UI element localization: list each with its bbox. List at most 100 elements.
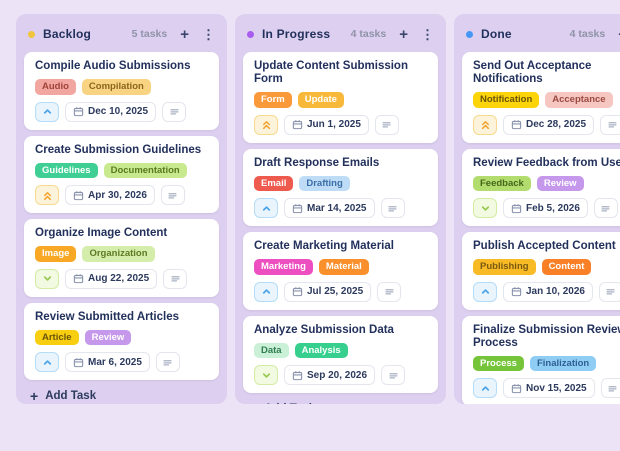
- tag-badge: Notification: [473, 92, 539, 108]
- tag-list: FormUpdate: [254, 92, 427, 108]
- priority-button[interactable]: [473, 115, 497, 135]
- notes-button[interactable]: [161, 185, 185, 205]
- kebab-menu-icon: ⋮: [421, 27, 434, 42]
- add-task-button[interactable]: + Add Task: [16, 380, 227, 404]
- tag-badge: Feedback: [473, 176, 531, 192]
- chevron-up-icon: [261, 286, 272, 297]
- priority-button[interactable]: [35, 185, 59, 205]
- notes-button[interactable]: [594, 198, 618, 218]
- tag-badge: Drafting: [299, 176, 349, 192]
- task-card[interactable]: Analyze Submission Data DataAnalysis Sep…: [243, 316, 438, 394]
- card-title: Review Submitted Articles: [35, 311, 208, 324]
- due-date-button[interactable]: Jul 25, 2025: [284, 282, 371, 302]
- tag-badge: Material: [319, 259, 369, 275]
- column-title: Backlog: [43, 27, 132, 41]
- task-card[interactable]: Review Feedback from Users FeedbackRevie…: [462, 149, 620, 227]
- card-meta-row: Aug 22, 2025: [35, 269, 208, 289]
- priority-button[interactable]: [35, 269, 59, 289]
- priority-button[interactable]: [473, 282, 497, 302]
- notes-lines-icon: [600, 203, 611, 214]
- priority-button[interactable]: [254, 115, 278, 135]
- add-card-button[interactable]: +: [180, 27, 189, 42]
- due-date-button[interactable]: Nov 15, 2025: [503, 378, 595, 398]
- tag-list: NotificationAcceptance: [473, 92, 620, 108]
- notes-lines-icon: [170, 273, 181, 284]
- priority-button[interactable]: [473, 198, 497, 218]
- due-date-button[interactable]: Mar 14, 2025: [284, 198, 375, 218]
- notes-button[interactable]: [156, 352, 180, 372]
- notes-lines-icon: [605, 286, 616, 297]
- card-meta-row: Dec 10, 2025: [35, 102, 208, 122]
- tag-list: DataAnalysis: [254, 343, 427, 359]
- tag-badge: Email: [254, 176, 293, 192]
- card-title: Compile Audio Submissions: [35, 60, 208, 73]
- task-card[interactable]: Compile Audio Submissions AudioCompilati…: [24, 52, 219, 130]
- calendar-icon: [292, 370, 303, 381]
- task-card[interactable]: Create Submission Guidelines GuidelinesD…: [24, 136, 219, 214]
- due-date-button[interactable]: Jan 10, 2026: [503, 282, 593, 302]
- task-card[interactable]: Create Marketing Material MarketingMater…: [243, 232, 438, 310]
- tag-list: ArticleReview: [35, 330, 208, 346]
- card-meta-row: Nov 15, 2025: [473, 378, 620, 398]
- kebab-menu-icon: ⋮: [202, 27, 215, 42]
- plus-icon: +: [399, 26, 408, 43]
- due-date-button[interactable]: Apr 30, 2026: [65, 185, 155, 205]
- add-task-button[interactable]: + Add Task: [235, 393, 446, 404]
- priority-button[interactable]: [254, 198, 278, 218]
- notes-button[interactable]: [375, 115, 399, 135]
- column-menu-button[interactable]: ⋮: [421, 28, 434, 41]
- notes-button[interactable]: [381, 198, 405, 218]
- task-card[interactable]: Organize Image Content ImageOrganization…: [24, 219, 219, 297]
- card-title: Draft Response Emails: [254, 157, 427, 170]
- priority-button[interactable]: [254, 282, 278, 302]
- calendar-icon: [511, 286, 522, 297]
- notes-button[interactable]: [601, 378, 620, 398]
- due-date-label: Nov 15, 2025: [526, 383, 587, 394]
- calendar-icon: [511, 203, 522, 214]
- due-date-button[interactable]: Sep 20, 2026: [284, 365, 375, 385]
- task-card[interactable]: Finalize Submission Review Process Proce…: [462, 316, 620, 405]
- task-card[interactable]: Review Submitted Articles ArticleReview …: [24, 303, 219, 381]
- notes-lines-icon: [607, 383, 618, 394]
- priority-button[interactable]: [254, 365, 278, 385]
- due-date-button[interactable]: Mar 6, 2025: [65, 352, 150, 372]
- notes-button[interactable]: [381, 365, 405, 385]
- notes-button[interactable]: [600, 115, 620, 135]
- tag-list: AudioCompilation: [35, 79, 208, 95]
- notes-button[interactable]: [599, 282, 620, 302]
- tag-list: FeedbackReview: [473, 176, 620, 192]
- card-list: Update Content Submission Form FormUpdat…: [235, 50, 446, 393]
- task-card[interactable]: Update Content Submission Form FormUpdat…: [243, 52, 438, 143]
- tag-badge: Review: [85, 330, 132, 346]
- due-date-button[interactable]: Aug 22, 2025: [65, 269, 157, 289]
- add-task-label: Add Task: [45, 390, 96, 402]
- task-card[interactable]: Publish Accepted Content PublishingConte…: [462, 232, 620, 310]
- column-title: Done: [481, 27, 570, 41]
- due-date-button[interactable]: Jun 1, 2025: [284, 115, 369, 135]
- kanban-column: Backlog 5 tasks + ⋮ Compile Audio Submis…: [16, 14, 227, 404]
- task-card[interactable]: Draft Response Emails Email Drafting Mar …: [243, 149, 438, 227]
- plus-icon: +: [249, 401, 257, 404]
- due-date-button[interactable]: Dec 28, 2025: [503, 115, 594, 135]
- chevron-up-icon: [42, 106, 53, 117]
- due-date-button[interactable]: Dec 10, 2025: [65, 102, 156, 122]
- due-date-label: Apr 30, 2026: [88, 190, 147, 201]
- card-title: Review Feedback from Users: [473, 157, 620, 170]
- priority-button[interactable]: [35, 102, 59, 122]
- add-card-button[interactable]: +: [399, 27, 408, 42]
- notes-lines-icon: [607, 119, 618, 130]
- tag-list: MarketingMaterial: [254, 259, 427, 275]
- notes-button[interactable]: [162, 102, 186, 122]
- card-title: Organize Image Content: [35, 227, 208, 240]
- task-card[interactable]: Send Out Acceptance Notifications Notifi…: [462, 52, 620, 143]
- kanban-column: In Progress 4 tasks + ⋮ Update Content S…: [235, 14, 446, 404]
- column-menu-button[interactable]: ⋮: [202, 28, 215, 41]
- tag-badge: Finalization: [530, 356, 596, 372]
- due-date-button[interactable]: Feb 5, 2026: [503, 198, 588, 218]
- notes-button[interactable]: [377, 282, 401, 302]
- notes-button[interactable]: [163, 269, 187, 289]
- due-date-label: Mar 14, 2025: [307, 203, 367, 214]
- priority-button[interactable]: [35, 352, 59, 372]
- priority-button[interactable]: [473, 378, 497, 398]
- column-header: In Progress 4 tasks + ⋮: [235, 14, 446, 50]
